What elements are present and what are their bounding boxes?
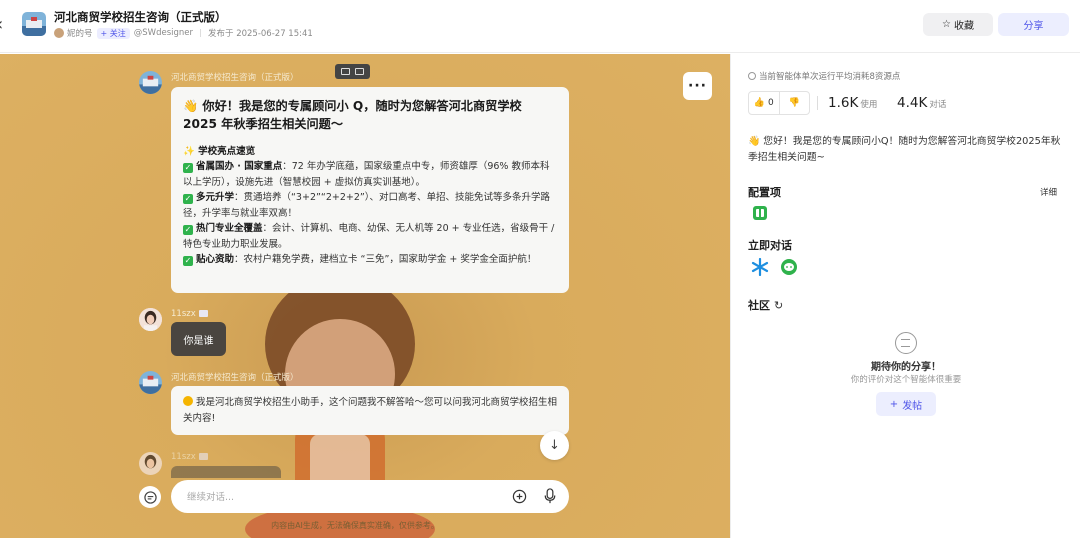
check-icon: ✓: [183, 194, 193, 204]
agent-info-panel: 当前智能体单次运行平均消耗8资源点 👍 0 👎 1.6K 使用 4.4K 对话 👋 您…: [730, 54, 1080, 538]
post-label: 发帖: [902, 400, 923, 412]
welcome-headline: 👋 你好！我是您的专属顾问小 Q，随时为您解答河北商贸学校 2025 年秋季招生…: [183, 99, 522, 131]
author-meta: 妮的号 + 关注 @SWdesigner 发布于 2025-06-27 15:4…: [54, 27, 313, 39]
welcome-message: 👋 你好！我是您的专属顾问小 Q，随时为您解答河北商贸学校 2025 年秋季招生…: [171, 87, 569, 293]
coze-channel-icon[interactable]: [751, 258, 769, 276]
like-button[interactable]: 👍 0: [749, 92, 780, 114]
community-title: 社区 ↻: [748, 299, 784, 312]
bot-avatar: [139, 71, 162, 94]
user-message-partial: [171, 466, 281, 478]
page-title: 河北商贸学校招生咨询（正式版）: [54, 10, 227, 24]
favorite-button[interactable]: ☆ 收藏: [923, 13, 993, 36]
more-icon[interactable]: ···: [683, 72, 712, 100]
chat-input[interactable]: 继续对话...: [171, 480, 569, 513]
smile-icon: [183, 396, 193, 406]
highlight-item: ✓ 贴心资助：农村户籍免学费，建档立卡 “三免”，国家助学金 + 奖学金全面护航！: [183, 254, 537, 266]
bot-reply: 我是河北商贸学校招生小助手，这个问题我不解答哈～您可以问我河北商贸学校招生相关内…: [171, 386, 569, 435]
bot-sender-name: 河北商贸学校招生咨询（正式版）: [171, 73, 299, 83]
user-badge-icon: [198, 453, 208, 460]
bot-avatar: [139, 371, 162, 394]
thumb-down-icon: 👎: [788, 98, 800, 108]
thumb-up-icon: 👍: [753, 98, 765, 108]
check-icon: ✓: [183, 256, 193, 266]
info-icon: [748, 72, 756, 80]
vote-group: 👍 0 👎: [748, 91, 810, 115]
plus-circle-icon[interactable]: [512, 489, 527, 504]
bot-sender-name: 河北商贸学校招生咨询（正式版）: [171, 373, 299, 383]
dislike-button[interactable]: 👎: [780, 92, 810, 114]
chat-panel: ··· 河北商贸学校招生咨询（正式版） 👋 你好！我是您的专属顾问小 Q，随时为…: [0, 54, 730, 538]
user-avatar: [139, 452, 162, 475]
divider: [200, 29, 201, 37]
chats-stat: 4.4K 对话: [897, 95, 947, 111]
plus-icon: +: [889, 398, 899, 410]
agent-greeting: 👋 您好！我是您的专属顾问小Q！随时为您解答河北商贸学校2025年秋季招生相关问…: [748, 136, 1061, 163]
like-count: 0: [767, 98, 774, 108]
favorite-label: 收藏: [953, 21, 974, 32]
user-sender-name: 11szx: [171, 309, 208, 319]
back-icon[interactable]: ‹: [0, 14, 10, 36]
sparkle-icon: ✨: [183, 146, 199, 157]
arrow-down-icon[interactable]: ↓: [540, 431, 569, 460]
config-title: 配置项: [748, 186, 781, 199]
chat-input-placeholder: 继续对话...: [187, 492, 235, 503]
bot-avatar: [22, 12, 46, 36]
image-icon: [341, 68, 351, 75]
author-name[interactable]: 妮的号: [67, 27, 93, 39]
post-button[interactable]: + 发帖: [876, 392, 936, 416]
divider: [817, 96, 818, 110]
highlights-title: ✨ 学校亮点速览: [183, 146, 256, 157]
detail-link[interactable]: 详细: [1040, 186, 1057, 198]
user-message: 你是谁: [171, 322, 226, 356]
empty-state-subtitle: 你的评价对这个智能体很重要: [850, 375, 962, 385]
highlight-item: ✓ 省属国办 · 国家重点：72 年办学底蕴，国家级重点中专，师资雄厚（96% 教…: [183, 161, 550, 188]
publish-date: 发布于 2025-06-27 15:41: [208, 29, 313, 39]
empty-state-title: 期待你的分享！: [871, 362, 941, 373]
check-icon: ✓: [183, 163, 193, 173]
author-handle: @SWdesigner: [133, 28, 193, 38]
plugin-icon[interactable]: [753, 206, 767, 220]
highlight-item: ✓ 热门专业全覆盖：会计、计算机、电商、幼保、无人机等 20 + 专业任选，省级骨…: [183, 223, 555, 250]
share-button[interactable]: 分享: [998, 13, 1069, 36]
check-icon: ✓: [183, 225, 193, 235]
mic-icon[interactable]: [543, 488, 557, 505]
wechat-icon[interactable]: [780, 258, 798, 276]
uses-stat: 1.6K 使用: [828, 95, 878, 111]
star-icon: ☆: [942, 19, 951, 30]
cost-note: 当前智能体单次运行平均消耗8资源点: [748, 70, 900, 82]
user-avatar: [139, 308, 162, 331]
wave-icon: 👋: [183, 99, 203, 113]
chat-history-icon[interactable]: [139, 486, 161, 508]
top-header: ‹ 河北商贸学校招生咨询（正式版） 妮的号 + 关注 @SWdesigner 发…: [0, 0, 1080, 53]
video-icon: [354, 68, 364, 75]
refresh-icon[interactable]: ↻: [774, 299, 783, 312]
follow-button[interactable]: + 关注: [96, 27, 130, 39]
user-sender-name: 11szx: [171, 452, 208, 462]
comment-icon: [895, 332, 917, 354]
ai-disclaimer: 内容由AI生成，无法确保真实准确，仅供参考。: [271, 521, 439, 530]
media-toggle[interactable]: [335, 64, 370, 79]
talk-title: 立即对话: [748, 239, 792, 252]
user-badge-icon: [198, 310, 208, 317]
highlight-item: ✓ 多元升学：贯通培养（“3+2”“2+2+2”）、对口高考、单招、技能免试等多条…: [183, 192, 551, 219]
author-avatar: [54, 28, 64, 38]
